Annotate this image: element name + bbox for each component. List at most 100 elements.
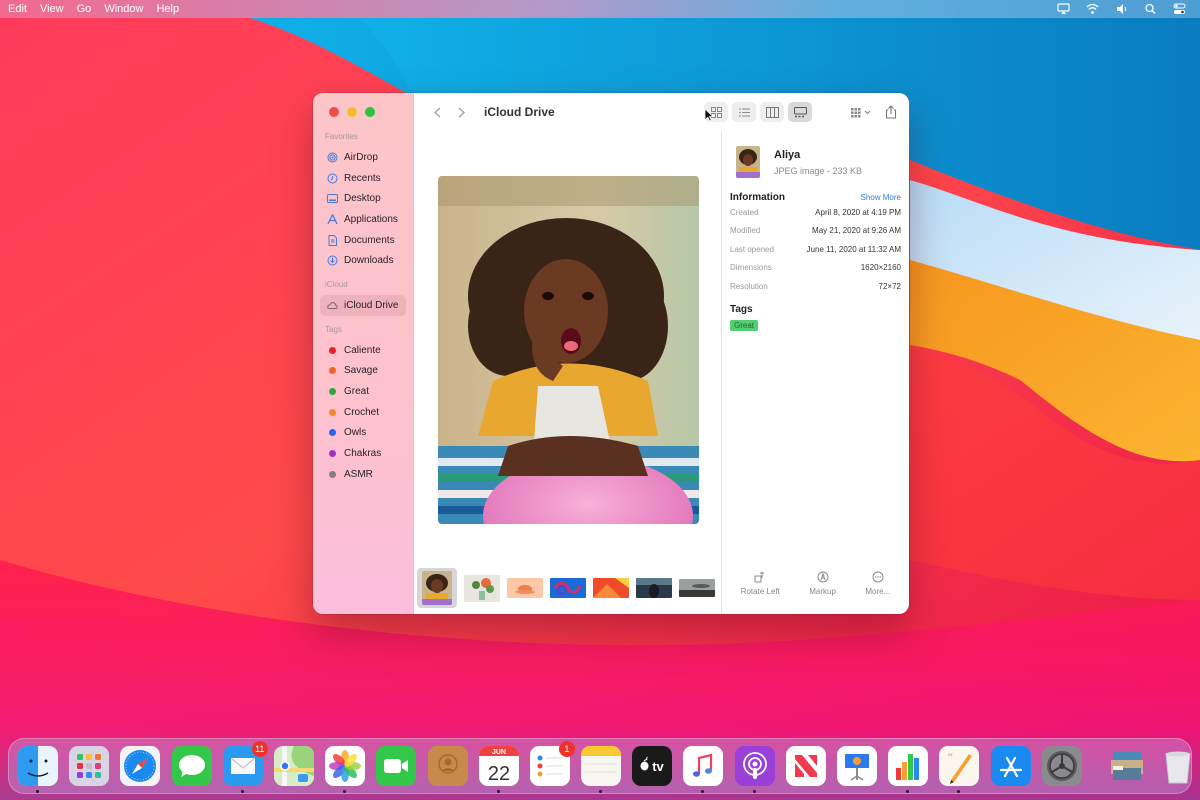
photos-icon bbox=[325, 746, 366, 786]
sidebar-tag-crochet[interactable]: Crochet bbox=[313, 402, 413, 423]
chevron-right-icon bbox=[458, 107, 465, 117]
gallery-view-button[interactable] bbox=[788, 102, 812, 122]
thumbnail-dark-portrait[interactable] bbox=[636, 578, 672, 598]
markup-icon bbox=[817, 571, 829, 583]
spotlight-search-icon[interactable] bbox=[1144, 3, 1157, 15]
sidebar-item-airdrop[interactable]: AirDrop bbox=[313, 147, 413, 168]
info-value: May 21, 2020 at 9:26 AM bbox=[812, 226, 901, 236]
dock: 11 JUN 22 1 tv “ bbox=[8, 738, 1192, 794]
menu-go[interactable]: Go bbox=[77, 3, 100, 15]
thumbnail-blue-abstract[interactable] bbox=[550, 578, 586, 598]
dock-facetime[interactable] bbox=[376, 746, 417, 786]
menu-window[interactable]: Window bbox=[104, 3, 151, 15]
dock-notes[interactable] bbox=[581, 746, 622, 793]
info-key: Created bbox=[730, 207, 759, 217]
portrait-photo bbox=[438, 176, 699, 524]
main-pane: iCloud Drive Aliya JPEG image - 233 KB I… bbox=[414, 93, 909, 614]
sidebar-item-applications[interactable]: Applications bbox=[313, 209, 413, 230]
sidebar-item-label: Caliente bbox=[344, 344, 381, 356]
wifi-icon[interactable] bbox=[1086, 3, 1099, 15]
dock-maps[interactable] bbox=[273, 746, 314, 786]
menu-help[interactable]: Help bbox=[156, 3, 187, 15]
sidebar-item-desktop[interactable]: Desktop bbox=[313, 188, 413, 209]
sidebar-item-icloud-drive[interactable]: iCloud Drive bbox=[320, 295, 406, 316]
airplay-icon[interactable] bbox=[1057, 3, 1070, 15]
sidebar: Favorites AirDrop Recents Desktop Applic… bbox=[313, 93, 414, 614]
dock-news[interactable] bbox=[785, 746, 826, 786]
information-header: Information Show More bbox=[730, 192, 901, 203]
show-more-link[interactable]: Show More bbox=[861, 193, 901, 202]
dock-mail[interactable]: 11 bbox=[222, 741, 268, 793]
image-preview[interactable] bbox=[438, 176, 699, 524]
running-indicator bbox=[957, 790, 961, 793]
more-actions-button[interactable]: More... bbox=[865, 571, 890, 596]
applications-icon bbox=[327, 214, 338, 225]
dock-keynote[interactable] bbox=[837, 746, 877, 786]
sidebar-item-documents[interactable]: Documents bbox=[313, 230, 413, 251]
dock-messages[interactable] bbox=[171, 746, 212, 786]
quick-actions: Rotate Left Markup More... bbox=[722, 571, 909, 596]
sidebar-tag-asmr[interactable]: ASMR bbox=[313, 464, 413, 485]
dock-downloads-stack[interactable] bbox=[1107, 746, 1147, 786]
tags-button[interactable] bbox=[906, 102, 909, 122]
dock-app-store[interactable] bbox=[990, 746, 1031, 786]
info-key: Last opened bbox=[730, 244, 775, 254]
dock-reminders[interactable]: 1 bbox=[529, 741, 575, 786]
toolbar-actions bbox=[846, 102, 909, 122]
download-icon bbox=[327, 255, 338, 266]
sidebar-item-label: ASMR bbox=[344, 468, 373, 480]
thumbnail-selected[interactable] bbox=[417, 568, 457, 608]
dock-launchpad[interactable] bbox=[69, 746, 110, 786]
markup-button[interactable]: Markup bbox=[809, 571, 836, 596]
dock-trash[interactable] bbox=[1158, 746, 1198, 786]
sidebar-item-downloads[interactable]: Downloads bbox=[313, 250, 413, 271]
volume-icon[interactable] bbox=[1115, 3, 1128, 15]
thumbnail-landscape[interactable] bbox=[679, 579, 715, 597]
dock-system-preferences[interactable] bbox=[1041, 746, 1082, 786]
thumbnail-orange-cup[interactable] bbox=[507, 578, 543, 598]
menu-view[interactable]: View bbox=[40, 3, 72, 15]
rotate-left-button[interactable]: Rotate Left bbox=[741, 571, 780, 596]
sidebar-item-recents[interactable]: Recents bbox=[313, 168, 413, 189]
tag-color-dot-icon bbox=[329, 450, 336, 458]
sidebar-tag-great[interactable]: Great bbox=[313, 381, 413, 402]
sidebar-item-label: AirDrop bbox=[344, 151, 378, 163]
tag-color-dot-icon bbox=[329, 388, 336, 396]
sidebar-tag-owls[interactable]: Owls bbox=[313, 423, 413, 444]
dock-calendar[interactable]: JUN 22 bbox=[478, 746, 519, 793]
gallery-icon bbox=[793, 106, 807, 117]
minimize-button[interactable] bbox=[347, 107, 357, 117]
zoom-button[interactable] bbox=[365, 107, 375, 117]
column-view-button[interactable] bbox=[760, 102, 784, 122]
dock-finder[interactable] bbox=[18, 746, 58, 793]
menu-edit[interactable]: Edit bbox=[8, 3, 35, 15]
info-row-last-opened: Last opened June 11, 2020 at 11:32 AM bbox=[730, 240, 901, 259]
dock-photos[interactable] bbox=[325, 746, 366, 793]
dock-contacts[interactable] bbox=[427, 746, 468, 786]
close-button[interactable] bbox=[329, 107, 339, 117]
dock-pages[interactable]: “ bbox=[939, 746, 980, 793]
running-indicator bbox=[599, 790, 603, 793]
group-by-button[interactable] bbox=[846, 102, 876, 122]
thumbnail-flowers[interactable] bbox=[464, 574, 500, 602]
dock-music[interactable] bbox=[683, 746, 724, 793]
dock-tv[interactable]: tv bbox=[632, 746, 673, 786]
tag-badge[interactable]: Great bbox=[730, 319, 759, 331]
share-button[interactable] bbox=[876, 102, 906, 122]
dock-safari[interactable] bbox=[120, 746, 161, 786]
thumbnail-orange-shapes[interactable] bbox=[593, 578, 629, 598]
forward-button[interactable] bbox=[452, 103, 470, 121]
sidebar-tag-chakras[interactable]: Chakras bbox=[313, 443, 413, 464]
sidebar-section-tags: Tags bbox=[325, 324, 342, 334]
list-view-button[interactable] bbox=[732, 102, 756, 122]
sidebar-item-label: Crochet bbox=[344, 406, 380, 418]
sidebar-tag-savage[interactable]: Savage bbox=[313, 361, 413, 382]
info-value: April 8, 2020 at 4:19 PM bbox=[815, 207, 901, 217]
back-button[interactable] bbox=[428, 103, 446, 121]
sidebar-tag-caliente[interactable]: Caliente bbox=[313, 340, 413, 361]
dock-numbers[interactable] bbox=[888, 746, 929, 793]
sidebar-section-icloud: iCloud bbox=[325, 280, 348, 290]
dock-podcasts[interactable] bbox=[734, 746, 775, 793]
mouse-cursor-icon bbox=[704, 108, 714, 122]
control-center-icon[interactable] bbox=[1173, 3, 1186, 15]
